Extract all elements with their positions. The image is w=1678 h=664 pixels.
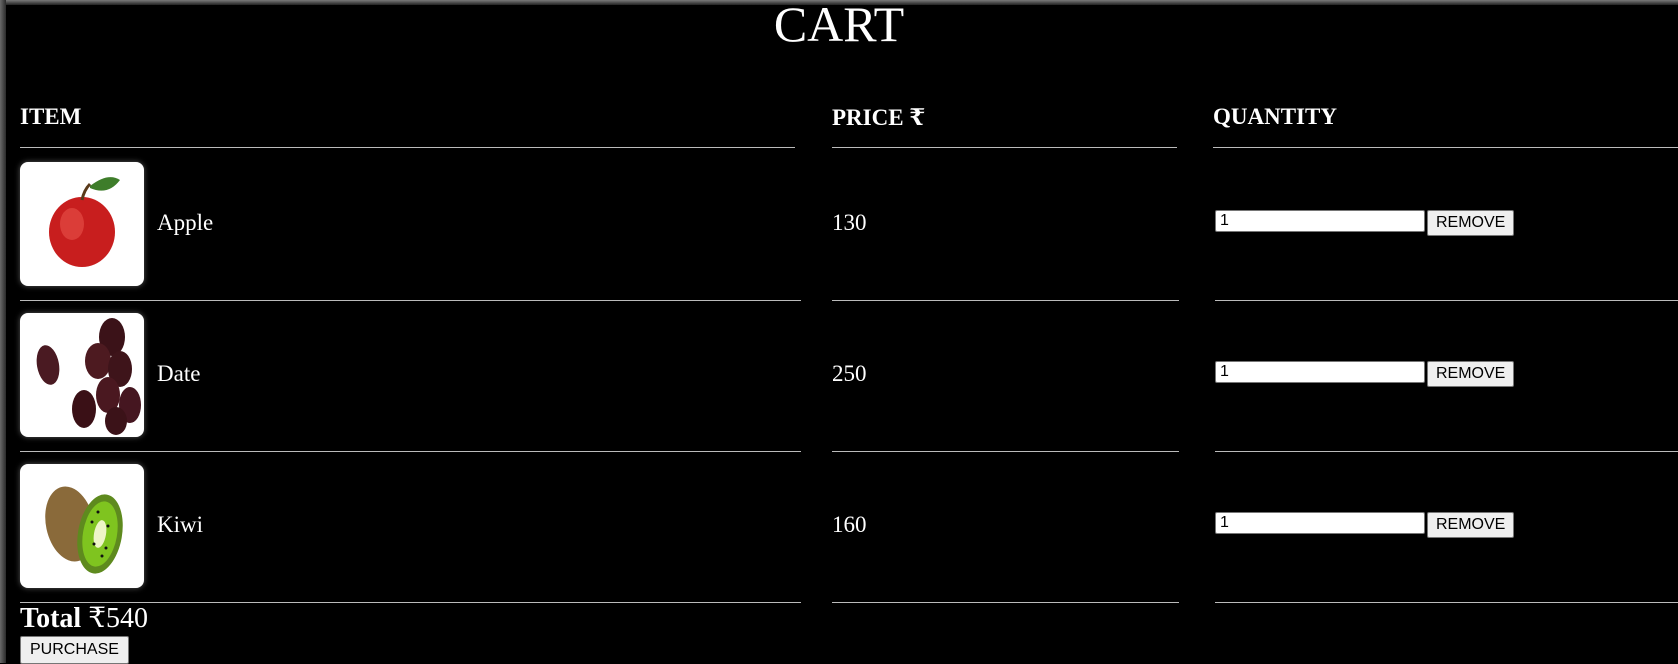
column-header-quantity: QUANTITY [1213,104,1337,129]
row-divider [20,300,801,301]
page-title: CART [773,0,905,52]
apple-image [20,162,144,286]
quantity-input[interactable] [1215,361,1425,383]
table-row: Date 250 REMOVE [0,303,1678,453]
quantity-input[interactable] [1215,512,1425,534]
header-divider-quantity [1213,147,1678,148]
item-name: Kiwi [157,512,203,537]
row-divider [832,451,1179,452]
kiwi-image [20,464,144,588]
column-header-item: ITEM [20,104,82,129]
row-divider [1215,602,1678,603]
item-price: 250 [832,361,867,386]
row-divider [832,300,1179,301]
purchase-button[interactable]: PURCHASE [20,636,129,664]
quantity-input[interactable] [1215,210,1425,232]
row-divider [1215,451,1678,452]
row-divider [832,602,1179,603]
header-divider-item [20,147,795,148]
remove-button[interactable]: REMOVE [1427,361,1515,387]
table-row: Apple 130 REMOVE [0,152,1678,302]
row-divider [20,451,801,452]
remove-button[interactable]: REMOVE [1427,512,1515,538]
total-label: Total [20,603,82,634]
total-value: ₹540 [88,603,149,634]
remove-button[interactable]: REMOVE [1427,210,1515,236]
header-divider-price [832,147,1177,148]
column-header-price: PRICE ₹ [832,105,926,130]
table-row: Kiwi 160 REMOVE [0,454,1678,604]
item-name: Apple [157,210,214,235]
item-price: 130 [832,210,867,235]
item-name: Date [157,361,201,386]
dates-image [20,313,144,437]
cart-total: Total ₹540 [20,601,148,637]
item-price: 160 [832,512,867,537]
row-divider [1215,300,1678,301]
